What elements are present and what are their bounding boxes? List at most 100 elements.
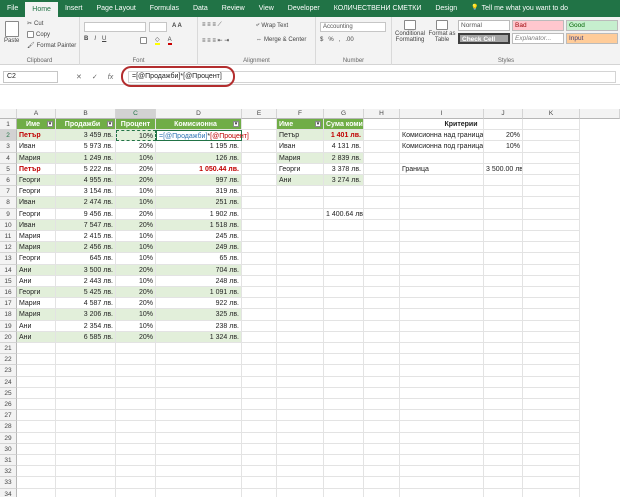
grid-cell[interactable] <box>364 410 400 422</box>
table1-sales-cell[interactable]: 2 354 лв. <box>56 320 116 332</box>
grid-cell[interactable] <box>484 175 523 187</box>
table1-name-cell[interactable]: Иван <box>17 219 56 231</box>
table1-commission-cell[interactable]: 1 195 лв. <box>156 141 242 153</box>
grid-cell[interactable] <box>400 331 484 343</box>
table1-name-cell[interactable]: Мария <box>17 231 56 243</box>
table1-percent-cell[interactable]: 10% <box>116 152 156 164</box>
row-header[interactable]: 10 <box>0 219 17 231</box>
grid-cell[interactable] <box>56 376 116 388</box>
column-header[interactable]: A <box>17 109 56 119</box>
row-header[interactable]: 13 <box>0 253 17 265</box>
row-header[interactable]: 3 <box>0 141 17 153</box>
grid-cell[interactable] <box>523 119 580 131</box>
table1-percent-cell[interactable]: 10% <box>116 253 156 265</box>
grid-cell[interactable] <box>242 175 277 187</box>
table1-sales-cell[interactable]: 645 лв. <box>56 253 116 265</box>
table1-percent-cell[interactable]: 10% <box>116 275 156 287</box>
grid-cell[interactable] <box>400 208 484 220</box>
row-header[interactable]: 11 <box>0 231 17 243</box>
table1-commission-cell[interactable]: 249 лв. <box>156 242 242 254</box>
grid-cell[interactable] <box>242 119 277 131</box>
grid-cell[interactable] <box>242 152 277 164</box>
grid-cell[interactable] <box>116 354 156 366</box>
grid-cell[interactable] <box>116 399 156 411</box>
table1-sales-cell[interactable]: 2 415 лв. <box>56 231 116 243</box>
table1-commission-cell[interactable]: 251 лв. <box>156 197 242 209</box>
grid-cell[interactable] <box>400 488 484 497</box>
italic-button[interactable]: I <box>94 36 96 42</box>
grid-cell[interactable] <box>523 287 580 299</box>
grid-cell[interactable] <box>156 443 242 455</box>
table1-sales-cell[interactable]: 7 547 лв. <box>56 219 116 231</box>
table1-header[interactable]: Комисионна ▾ <box>156 119 242 131</box>
grid-cell[interactable] <box>277 399 324 411</box>
table2-name-cell[interactable]: Ани <box>277 175 324 187</box>
row-header[interactable]: 15 <box>0 275 17 287</box>
grid-cell[interactable] <box>400 175 484 187</box>
grid-cell[interactable] <box>324 443 364 455</box>
row-header[interactable]: 34 <box>0 488 17 497</box>
grid-cell[interactable] <box>17 466 56 478</box>
column-header[interactable]: C <box>116 109 156 119</box>
table1-percent-cell[interactable]: 20% <box>116 287 156 299</box>
style-explanatory[interactable]: Explanator... <box>512 33 564 44</box>
grid-cell[interactable] <box>156 365 242 377</box>
grid-cell[interactable] <box>277 477 324 489</box>
grid-cell[interactable] <box>277 488 324 497</box>
table2-sum-cell[interactable]: 4 131 лв. <box>324 141 364 153</box>
grid-cell[interactable] <box>324 432 364 444</box>
table1-percent-cell[interactable]: 20% <box>116 331 156 343</box>
grid-cell[interactable] <box>523 264 580 276</box>
row-header[interactable]: 20 <box>0 331 17 343</box>
grid-cell[interactable] <box>484 298 523 310</box>
row-header[interactable]: 16 <box>0 287 17 299</box>
grid-cell[interactable] <box>277 309 324 321</box>
grid-cell[interactable] <box>400 253 484 265</box>
grid-cell[interactable] <box>242 443 277 455</box>
row-header[interactable]: 30 <box>0 443 17 455</box>
table1-percent-cell[interactable]: 20% <box>116 298 156 310</box>
grid-cell[interactable] <box>324 410 364 422</box>
grid-cell[interactable] <box>400 477 484 489</box>
grid-cell[interactable] <box>400 421 484 433</box>
grid-cell[interactable] <box>324 219 364 231</box>
grid-cell[interactable] <box>277 410 324 422</box>
grid-cell[interactable] <box>242 275 277 287</box>
table1-commission-cell[interactable]: 1 518 лв. <box>156 219 242 231</box>
tab-developer[interactable]: Developer <box>281 0 327 17</box>
row-header[interactable]: 14 <box>0 264 17 276</box>
grid-cell[interactable] <box>364 466 400 478</box>
table1-name-cell[interactable]: Иван <box>17 141 56 153</box>
grid-cell[interactable] <box>484 309 523 321</box>
table1-sales-cell[interactable]: 1 249 лв. <box>56 152 116 164</box>
row-header[interactable]: 6 <box>0 175 17 187</box>
table1-percent-cell[interactable]: 20% <box>116 163 156 175</box>
table1-percent-cell[interactable]: 20% <box>116 208 156 220</box>
row-header[interactable]: 26 <box>0 399 17 411</box>
row-header[interactable]: 17 <box>0 298 17 310</box>
grid-cell[interactable] <box>277 275 324 287</box>
grid-cell[interactable] <box>116 477 156 489</box>
grid-cell[interactable] <box>400 219 484 231</box>
grid-cell[interactable] <box>523 242 580 254</box>
cut-button[interactable]: ✂ Cut <box>27 20 43 28</box>
table1-header[interactable]: Процент▾ <box>116 119 156 131</box>
grow-font-button[interactable]: A A <box>172 23 182 29</box>
grid-cell[interactable] <box>277 354 324 366</box>
row-header[interactable]: 27 <box>0 410 17 422</box>
table1-sales-cell[interactable]: 3 500 лв. <box>56 264 116 276</box>
row-header[interactable]: 1 <box>0 119 17 131</box>
table1-name-cell[interactable]: Мария <box>17 242 56 254</box>
grid-cell[interactable] <box>56 477 116 489</box>
fill-color-icon[interactable]: ◇ <box>155 36 160 45</box>
table2-name-cell[interactable]: Георги <box>277 163 324 175</box>
grid-cell[interactable] <box>400 264 484 276</box>
grid-cell[interactable] <box>484 488 523 497</box>
grid-cell[interactable] <box>277 421 324 433</box>
grid-cell[interactable] <box>523 354 580 366</box>
row-header[interactable]: 18 <box>0 309 17 321</box>
grid-cell[interactable] <box>242 466 277 478</box>
grid-cell[interactable] <box>484 387 523 399</box>
filter-dropdown-icon[interactable]: ▾ <box>47 121 53 127</box>
filter-dropdown-icon[interactable]: ▾ <box>107 121 113 127</box>
